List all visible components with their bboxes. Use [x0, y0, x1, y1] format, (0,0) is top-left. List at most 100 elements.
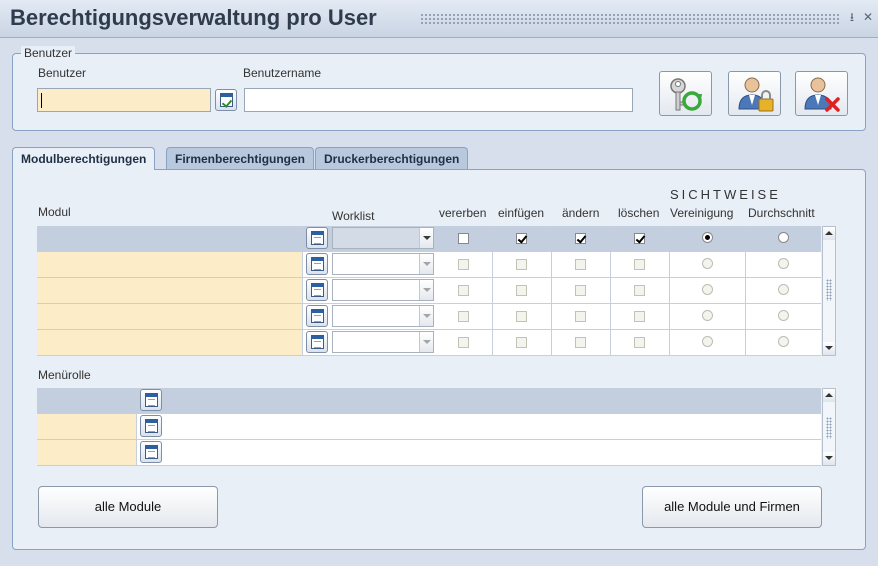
- menurolle-cell[interactable]: [37, 388, 137, 413]
- delete-user-button[interactable]: [795, 71, 848, 116]
- aendern-cell: [552, 252, 611, 277]
- durchschnitt-cell: [746, 330, 821, 355]
- modul-cell[interactable]: [37, 252, 303, 277]
- alle-module-button[interactable]: alle Module: [38, 486, 218, 528]
- vereinigung-cell: [670, 304, 746, 329]
- user-lookup-button[interactable]: [215, 89, 237, 111]
- menurolle-row[interactable]: [37, 388, 821, 414]
- modul-cell[interactable]: [37, 226, 303, 251]
- aendern-checkbox[interactable]: [575, 233, 586, 244]
- aendern-checkbox[interactable]: [575, 285, 586, 296]
- user-lock-icon: [738, 77, 774, 112]
- scroll-grip[interactable]: [826, 417, 832, 439]
- scroll-down-icon[interactable]: [823, 342, 835, 355]
- modul-lookup-button[interactable]: [306, 253, 328, 275]
- menurolle-lookup-button[interactable]: [140, 441, 162, 463]
- module-row[interactable]: [37, 278, 821, 304]
- module-grid-scrollbar[interactable]: [822, 226, 836, 356]
- worklist-combo[interactable]: [332, 279, 434, 301]
- scroll-down-icon[interactable]: [823, 452, 835, 465]
- worklist-combo[interactable]: [332, 227, 434, 249]
- vererben-checkbox[interactable]: [458, 337, 469, 348]
- modul-lookup-button[interactable]: [306, 305, 328, 327]
- vereinigung-radio[interactable]: [702, 310, 713, 321]
- aendern-checkbox[interactable]: [575, 311, 586, 322]
- reset-password-button[interactable]: [659, 71, 712, 116]
- durchschnitt-radio[interactable]: [778, 284, 789, 295]
- menurolle-label: Menürolle: [38, 368, 91, 382]
- minimize-icon[interactable]: ⭳: [846, 10, 858, 24]
- module-row[interactable]: [37, 304, 821, 330]
- user-input[interactable]: [37, 88, 211, 112]
- vereinigung-radio[interactable]: [702, 336, 713, 347]
- calendar-icon: [145, 393, 158, 407]
- vererben-checkbox[interactable]: [458, 311, 469, 322]
- vereinigung-radio[interactable]: [702, 284, 713, 295]
- chevron-down-icon[interactable]: [419, 306, 433, 326]
- tab-druckerberechtigungen[interactable]: Druckerberechtigungen: [315, 147, 469, 169]
- scroll-grip[interactable]: [826, 279, 832, 301]
- calendar-icon: [311, 283, 324, 297]
- vererben-checkbox[interactable]: [458, 285, 469, 296]
- vereinigung-radio[interactable]: [702, 258, 713, 269]
- einfuegen-checkbox[interactable]: [516, 337, 527, 348]
- worklist-combo[interactable]: [332, 331, 434, 353]
- worklist-combo[interactable]: [332, 305, 434, 327]
- calendar-icon: [311, 231, 324, 245]
- calendar-icon: [311, 257, 324, 271]
- module-row[interactable]: [37, 252, 821, 278]
- menurolle-row[interactable]: [37, 414, 821, 440]
- modul-lookup-button[interactable]: [306, 331, 328, 353]
- scroll-up-icon[interactable]: [823, 389, 835, 402]
- tab-modulberechtigungen[interactable]: Modulberechtigungen: [12, 147, 156, 170]
- loeschen-checkbox[interactable]: [634, 285, 645, 296]
- vererben-checkbox[interactable]: [458, 259, 469, 270]
- vererben-checkbox[interactable]: [458, 233, 469, 244]
- modul-cell[interactable]: [37, 278, 303, 303]
- tab-firmenberechtigungen[interactable]: Firmenberechtigungen: [166, 147, 315, 169]
- chevron-down-icon[interactable]: [419, 228, 433, 248]
- username-field[interactable]: [244, 88, 633, 112]
- chevron-down-icon[interactable]: [419, 254, 433, 274]
- worklist-combo[interactable]: [332, 253, 434, 275]
- loeschen-checkbox[interactable]: [634, 233, 645, 244]
- vereinigung-radio[interactable]: [702, 232, 713, 243]
- modul-lookup-button[interactable]: [306, 227, 328, 249]
- menurolle-lookup-button[interactable]: [140, 415, 162, 437]
- loeschen-checkbox[interactable]: [634, 337, 645, 348]
- modul-lookup-button[interactable]: [306, 279, 328, 301]
- column-header-durchschnitt: Durchschnitt: [748, 206, 815, 220]
- modul-cell[interactable]: [37, 304, 303, 329]
- close-icon[interactable]: ✕: [862, 10, 874, 24]
- loeschen-checkbox[interactable]: [634, 259, 645, 270]
- aendern-checkbox[interactable]: [575, 337, 586, 348]
- module-row[interactable]: [37, 330, 821, 356]
- durchschnitt-radio[interactable]: [778, 336, 789, 347]
- durchschnitt-radio[interactable]: [778, 232, 789, 243]
- alle-module-und-firmen-button[interactable]: alle Module und Firmen: [642, 486, 822, 528]
- menurolle-lookup-button[interactable]: [140, 389, 162, 411]
- aendern-checkbox[interactable]: [575, 259, 586, 270]
- durchschnitt-radio[interactable]: [778, 258, 789, 269]
- modul-cell[interactable]: [37, 330, 303, 355]
- scroll-up-icon[interactable]: [823, 227, 835, 240]
- einfuegen-checkbox[interactable]: [516, 311, 527, 322]
- module-row[interactable]: [37, 226, 821, 252]
- column-header-worklist: Worklist: [332, 209, 375, 223]
- loeschen-cell: [611, 252, 670, 277]
- chevron-down-icon[interactable]: [419, 332, 433, 352]
- menurolle-grid-scrollbar[interactable]: [822, 388, 836, 466]
- menurolle-cell[interactable]: [37, 440, 137, 465]
- menurolle-cell[interactable]: [37, 414, 137, 439]
- vererben-cell: [435, 304, 493, 329]
- einfuegen-checkbox[interactable]: [516, 233, 527, 244]
- column-header-aendern: ändern: [562, 206, 600, 220]
- lock-user-button[interactable]: [728, 71, 781, 116]
- loeschen-checkbox[interactable]: [634, 311, 645, 322]
- einfuegen-checkbox[interactable]: [516, 285, 527, 296]
- einfuegen-cell: [493, 226, 552, 251]
- durchschnitt-radio[interactable]: [778, 310, 789, 321]
- einfuegen-checkbox[interactable]: [516, 259, 527, 270]
- menurolle-row[interactable]: [37, 440, 821, 466]
- chevron-down-icon[interactable]: [419, 280, 433, 300]
